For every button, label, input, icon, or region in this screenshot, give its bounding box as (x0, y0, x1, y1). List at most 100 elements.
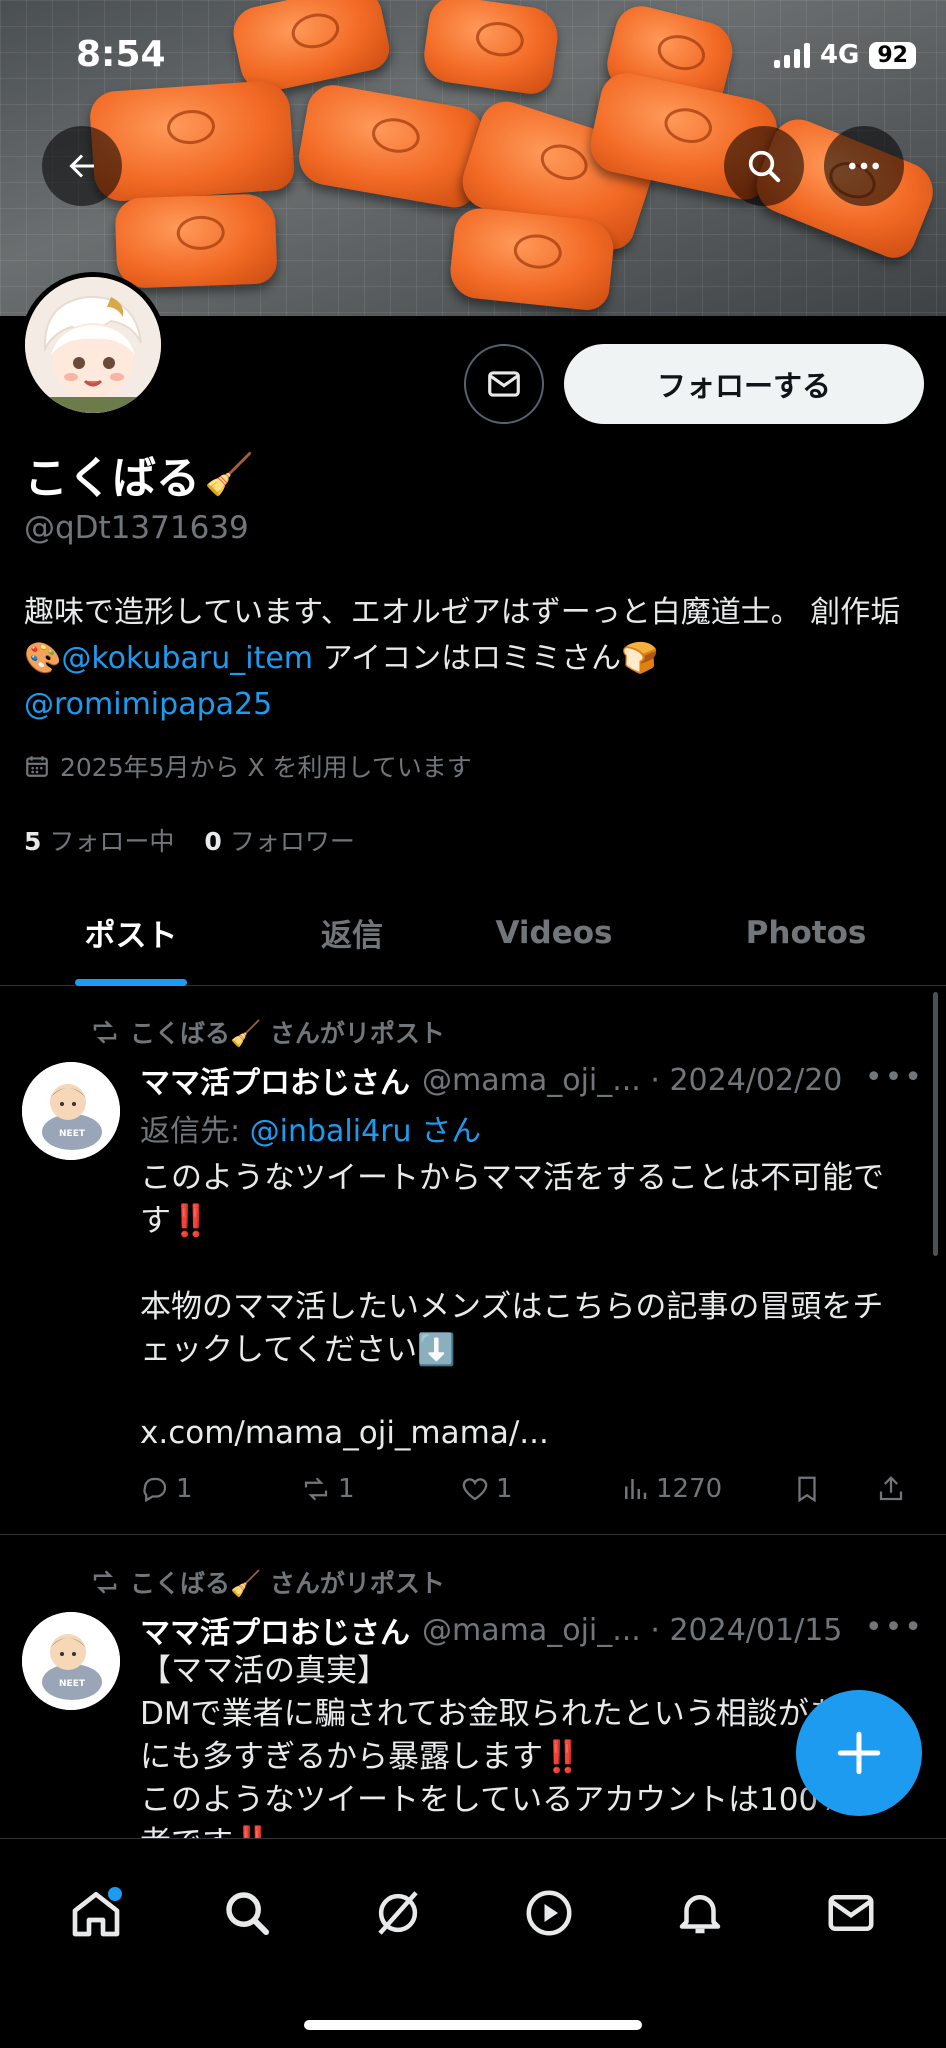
post-header: ママ活プロおじさん @mama_oji_... · 2024/02/20 (140, 1058, 930, 1102)
profile-name: こくばる 🧹 (24, 442, 254, 506)
svg-text:NEET: NEET (59, 1679, 86, 1689)
repost-indicator: こくばる🧹 さんがリポスト (90, 1014, 445, 1050)
reply-button[interactable]: 1 (140, 1474, 300, 1504)
envelope-icon (488, 371, 520, 397)
author-avatar-image: NEET (22, 1612, 120, 1710)
post-actions: 1 1 1 1270 (140, 1474, 920, 1504)
followers-label: フォロワー (229, 827, 355, 856)
bread-emoji-icon: 🍞 (621, 641, 659, 676)
author-avatar-image: NEET (22, 1062, 120, 1160)
network-type: 4G (819, 40, 860, 70)
post-divider (0, 1534, 946, 1535)
bookmark-icon (798, 1476, 816, 1503)
envelope-icon (828, 1895, 873, 1931)
more-icon (849, 162, 879, 170)
bio-text-1: 趣味で造形しています、エオルゼアはずーっと白魔道士。 創作垢 (24, 595, 901, 630)
share-button[interactable] (876, 1474, 906, 1504)
reply-to-mention[interactable]: @inbali4ru さん (250, 1114, 481, 1149)
grok-icon (377, 1891, 418, 1935)
profile-bio: 趣味で造形しています、エオルゼアはずーっと白魔道士。 創作垢 🎨@kokubaru… (24, 590, 924, 728)
repost-label: こくばる🧹 さんがリポスト (130, 1569, 445, 1598)
share-icon (879, 1476, 903, 1501)
profile-tabs: ポスト 返信 Videos Photos (0, 880, 946, 986)
nav-video[interactable] (509, 1873, 589, 1953)
following-link[interactable]: 5 フォロー中 (24, 822, 174, 858)
notification-dot (107, 1887, 122, 1901)
followers-link[interactable]: 0 フォロワー (204, 822, 354, 858)
following-count: 5 (24, 827, 42, 856)
follow-counts: 5 フォロー中 0 フォロワー (24, 822, 355, 858)
tab-photos[interactable]: Photos (666, 880, 946, 985)
plus-icon (837, 1731, 881, 1775)
post-header: ママ活プロおじさん @mama_oji_... · 2024/01/15 (140, 1608, 930, 1652)
post-text: このようなツイートからママ活をすることは不可能です‼️ 本物のママ活したいメンズ… (140, 1160, 884, 1368)
post-more-button[interactable]: ••• (865, 1610, 924, 1645)
palette-emoji-icon: 🎨 (24, 641, 62, 676)
nav-search[interactable] (207, 1873, 287, 1953)
views-button[interactable]: 1270 (620, 1474, 792, 1504)
follow-button[interactable]: フォローする (564, 344, 924, 424)
search-icon (748, 150, 781, 183)
repost-icon (93, 1570, 117, 1594)
profile-name-text: こくばる (24, 453, 200, 504)
post-author-name[interactable]: ママ活プロおじさん (140, 1608, 410, 1652)
views-icon (625, 1479, 647, 1499)
followers-count: 0 (204, 827, 222, 856)
more-button[interactable] (824, 126, 904, 206)
repost-button[interactable]: 1 (300, 1474, 460, 1504)
message-button[interactable] (464, 344, 544, 424)
battery-level: 92 (869, 41, 916, 69)
compose-button[interactable] (796, 1690, 922, 1816)
nav-notifications[interactable] (660, 1873, 740, 1953)
reply-count: 1 (176, 1474, 193, 1504)
reply-icon (143, 1477, 167, 1503)
bio-text-2: アイコンはロミミさん (313, 641, 622, 676)
bio-mention-kokubaru[interactable]: @kokubaru_item (61, 641, 313, 676)
arrow-left-icon (69, 154, 94, 178)
bookmark-button[interactable] (792, 1474, 876, 1504)
repost-icon (93, 1020, 117, 1044)
nav-home[interactable] (56, 1873, 136, 1953)
tab-videos[interactable]: Videos (442, 880, 666, 985)
joined-date: 2025年5月から X を利用しています (24, 748, 472, 784)
status-time: 8:54 (76, 34, 166, 75)
post-author-name[interactable]: ママ活プロおじさん (140, 1058, 410, 1102)
repost-count: 1 (338, 1474, 355, 1504)
like-count: 1 (496, 1474, 513, 1504)
bottom-navigation (0, 1838, 946, 2048)
bio-mention-romimi[interactable]: @romimipapa25 (24, 687, 272, 722)
post-link[interactable]: x.com/mama_oji_mama/... (140, 1412, 910, 1455)
post-handle-date: @mama_oji_... · 2024/01/15 (422, 1612, 843, 1648)
home-indicator[interactable] (304, 2020, 642, 2030)
calendar-icon (26, 756, 48, 777)
scrollbar[interactable] (933, 992, 938, 1256)
post-author-avatar[interactable]: NEET (22, 1612, 120, 1710)
profile-handle: @qDt1371639 (24, 510, 249, 546)
profile-avatar[interactable] (20, 272, 166, 418)
heart-icon (462, 1478, 488, 1501)
tab-posts[interactable]: ポスト (0, 880, 262, 985)
following-label: フォロー中 (49, 827, 175, 856)
nav-messages[interactable] (811, 1873, 891, 1953)
post-author-avatar[interactable]: NEET (22, 1062, 120, 1160)
avatar-image (25, 277, 161, 413)
search-button[interactable] (724, 126, 804, 206)
repost-label: こくばる🧹 さんがリポスト (130, 1019, 445, 1048)
status-indicators: 4G 92 (773, 40, 916, 70)
nav-grok[interactable] (358, 1873, 438, 1953)
views-count: 1270 (656, 1474, 723, 1504)
post-more-button[interactable]: ••• (865, 1060, 924, 1095)
broom-emoji-icon: 🧹 (204, 451, 254, 498)
post-handle-date: @mama_oji_... · 2024/02/20 (422, 1062, 843, 1098)
video-icon (526, 1890, 571, 1936)
post-text: 【ママ活の真実】 DMで業者に騙されてお金取られたという相談があまりにも多すぎる… (140, 1653, 902, 1838)
svg-text:NEET: NEET (59, 1129, 86, 1139)
repost-icon (304, 1477, 328, 1501)
like-button[interactable]: 1 (460, 1474, 620, 1504)
reply-to: 返信先: @inbali4ru さん (140, 1106, 481, 1150)
tab-replies[interactable]: 返信 (262, 880, 442, 985)
search-icon (225, 1892, 269, 1936)
signal-icon (773, 42, 810, 68)
repost-indicator: こくばる🧹 さんがリポスト (90, 1564, 445, 1600)
back-button[interactable] (42, 126, 122, 206)
